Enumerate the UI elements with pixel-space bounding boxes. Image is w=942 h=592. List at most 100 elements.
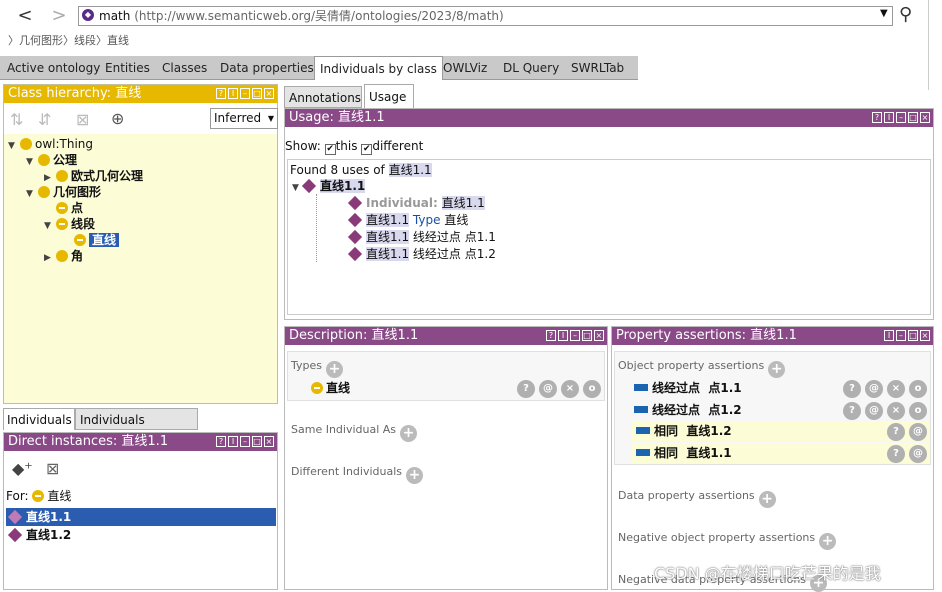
help-icon[interactable]: ?	[517, 380, 535, 398]
annotate-icon[interactable]: @	[865, 402, 883, 420]
annotate-icon[interactable]: @	[865, 380, 883, 398]
list-item-individual[interactable]: 直线1.1	[6, 508, 276, 526]
tab-swrltab[interactable]: SWRLTab	[566, 56, 629, 80]
minimize-icon[interactable]: –	[896, 112, 906, 123]
expand-icon[interactable]: ▼	[44, 218, 56, 234]
delete-individual-icon[interactable]: ⊠	[46, 459, 59, 478]
chevron-down-icon[interactable]: ▼	[880, 8, 888, 19]
close-icon[interactable]: ×	[264, 436, 274, 447]
tab-annotations[interactable]: Annotations	[284, 86, 362, 108]
annotate-icon[interactable]: @	[909, 423, 927, 441]
close-icon[interactable]: ×	[920, 112, 930, 123]
help-icon[interactable]: ?	[546, 330, 556, 341]
class-tree-item[interactable]: ▼ owl:Thing	[8, 136, 93, 152]
help-icon[interactable]: ?	[843, 402, 861, 420]
object-property-row[interactable]: 线经过点 点1.1	[634, 378, 874, 398]
reasoner-mode-select[interactable]: Inferred ▼	[210, 108, 278, 129]
add-negative-object-property-button[interactable]: +	[819, 533, 837, 550]
edit-icon[interactable]: o	[909, 402, 927, 420]
maximize-icon[interactable]: □	[252, 436, 262, 447]
forward-button[interactable]: >	[48, 5, 70, 27]
expand-icon[interactable]: ▼	[26, 154, 38, 170]
delete-icon[interactable]: ×	[887, 380, 905, 398]
tab-dl-query[interactable]: DL Query	[498, 56, 564, 80]
search-icon[interactable]: ⚲	[899, 4, 912, 25]
tab-individuals-inferred[interactable]: Individuals (Inferred)	[75, 408, 198, 449]
split-icon[interactable]: I	[228, 436, 238, 447]
expand-icon[interactable]: ▼	[26, 186, 38, 202]
split-icon[interactable]: I	[884, 330, 894, 341]
usage-row[interactable]: 直线1.1 线经过点 点1.1	[347, 229, 496, 245]
maximize-icon[interactable]: □	[582, 330, 592, 341]
edit-icon[interactable]: o	[909, 380, 927, 398]
help-icon[interactable]: ?	[887, 445, 905, 463]
inferred-property-row[interactable]: 相同 直线1.2	[632, 421, 930, 441]
help-icon[interactable]: ?	[872, 112, 882, 123]
list-item-individual[interactable]: 直线1.2	[6, 526, 276, 544]
tab-classes[interactable]: Classes	[157, 56, 212, 80]
minimize-icon[interactable]: –	[570, 330, 580, 341]
url-field[interactable]: math (http://www.semanticweb.org/吴倩倩/ont…	[78, 6, 893, 26]
close-icon[interactable]: ×	[920, 330, 930, 341]
add-different-individual-button[interactable]: +	[406, 467, 424, 484]
help-icon[interactable]: ?	[843, 380, 861, 398]
class-icon	[311, 382, 323, 394]
add-object-property-button[interactable]: +	[768, 361, 786, 378]
annotate-icon[interactable]: @	[539, 380, 557, 398]
class-tree-item[interactable]: ▶ 欧式几何公理	[44, 168, 143, 184]
annotate-icon[interactable]: @	[909, 445, 927, 463]
add-subclass-icon[interactable]: ⇅	[10, 110, 23, 129]
tab-individuals[interactable]: Individuals	[3, 408, 75, 430]
maximize-icon[interactable]: □	[908, 112, 918, 123]
class-tree-item[interactable]: ▼ 线段	[44, 216, 95, 232]
add-data-property-button[interactable]: +	[758, 491, 776, 508]
class-tree-item[interactable]: ▶ 角	[44, 248, 83, 264]
target-icon[interactable]: ⊕	[111, 109, 124, 128]
object-property-icon	[634, 384, 648, 391]
tab-owlviz[interactable]: OWLViz	[438, 56, 492, 80]
object-property-row[interactable]: 线经过点 点1.2	[634, 400, 874, 420]
tab-data-properties[interactable]: Data properties	[215, 56, 319, 80]
close-icon[interactable]: ×	[264, 88, 274, 99]
delete-class-icon[interactable]: ⊠	[76, 110, 89, 129]
tab-individuals-by-class[interactable]: Individuals by class	[314, 56, 443, 80]
add-type-button[interactable]: +	[326, 361, 343, 378]
expand-icon[interactable]: ▶	[44, 250, 56, 266]
usage-row[interactable]: 直线1.1 Type 直线	[347, 212, 468, 228]
usage-row[interactable]: Individual: 直线1.1	[347, 195, 485, 211]
class-tree-item[interactable]: ▼ 公理	[26, 152, 77, 168]
help-icon[interactable]: ?	[216, 436, 226, 447]
add-sibling-icon[interactable]: ⇵	[38, 110, 51, 129]
delete-icon[interactable]: ×	[887, 402, 905, 420]
edit-icon[interactable]: o	[583, 380, 601, 398]
help-icon[interactable]: ?	[216, 88, 226, 99]
help-icon[interactable]: ?	[887, 423, 905, 441]
this-checkbox[interactable]: ✔	[324, 144, 336, 155]
minimize-icon[interactable]: –	[240, 88, 250, 99]
usage-row[interactable]: 直线1.1 线经过点 点1.2	[347, 246, 496, 262]
inferred-property-row[interactable]: 相同 直线1.1	[632, 443, 930, 463]
class-tree-item[interactable]: 直线	[62, 232, 120, 248]
split-icon[interactable]: I	[228, 88, 238, 99]
add-same-individual-button[interactable]: +	[400, 425, 418, 442]
usage-root[interactable]: ▼ 直线1.1	[292, 178, 366, 196]
minimize-icon[interactable]: –	[896, 330, 906, 341]
delete-icon[interactable]: ×	[561, 380, 579, 398]
split-icon[interactable]: I	[558, 330, 568, 341]
tab-usage[interactable]: Usage	[364, 84, 414, 108]
maximize-icon[interactable]: □	[252, 88, 262, 99]
split-icon[interactable]: I	[884, 112, 894, 123]
tab-active-ontology[interactable]: Active ontology	[2, 56, 105, 80]
tab-entities[interactable]: Entities	[100, 56, 155, 80]
maximize-icon[interactable]: □	[908, 330, 918, 341]
back-button[interactable]: <	[14, 5, 36, 27]
minimize-icon[interactable]: –	[240, 436, 250, 447]
different-checkbox[interactable]: ✔	[361, 144, 373, 155]
class-tree-item[interactable]: 点	[44, 200, 83, 216]
show-label: Show:	[285, 139, 321, 153]
close-icon[interactable]: ×	[594, 330, 604, 341]
class-tree-item[interactable]: ▼ 几何图形	[26, 184, 101, 200]
expand-icon[interactable]: ▼	[8, 138, 20, 154]
expand-icon[interactable]: ▼	[292, 180, 304, 196]
add-individual-icon[interactable]: ◆⁺	[12, 459, 33, 478]
